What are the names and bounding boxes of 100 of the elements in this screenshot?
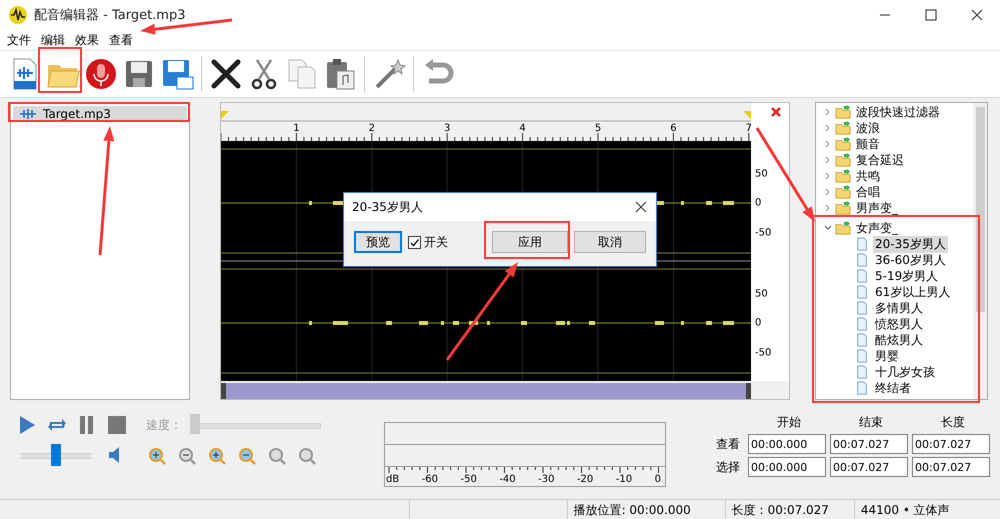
- time-field[interactable]: 00:00.000: [748, 434, 826, 454]
- status-text: 长度：00:07.027: [732, 502, 829, 519]
- scale-label: 50: [755, 288, 768, 300]
- status-text: 44100 • 立体声: [860, 502, 950, 519]
- menu-item[interactable]: 文件: [7, 32, 31, 48]
- meter-label: -20: [576, 474, 594, 485]
- checkbox[interactable]: [408, 236, 421, 248]
- chevron-right-icon[interactable]: [824, 188, 832, 196]
- scale-label: 0: [755, 198, 762, 208]
- column-header: 开始: [776, 414, 802, 431]
- chevron-down-icon[interactable]: [824, 224, 832, 232]
- tree-item[interactable]: 终结者: [873, 380, 913, 396]
- document-icon: [854, 285, 870, 299]
- time-field[interactable]: 00:00.000: [748, 457, 826, 477]
- document-icon: [854, 333, 870, 347]
- folder-icon: [835, 137, 851, 151]
- audio-file-icon[interactable]: [14, 58, 36, 90]
- tree-item[interactable]: 多情男人: [873, 300, 925, 316]
- menu-item[interactable]: 编辑: [41, 32, 65, 48]
- chevron-right-icon[interactable]: [824, 172, 832, 180]
- magic-wand-icon[interactable]: [376, 58, 406, 88]
- folder-icon: [835, 201, 851, 215]
- time-field[interactable]: 00:07.027: [912, 457, 990, 477]
- open-folder-icon[interactable]: [47, 65, 80, 88]
- meter-label: 0: [654, 474, 661, 485]
- undo-icon[interactable]: [425, 59, 454, 84]
- time-field[interactable]: 00:07.027: [912, 434, 990, 454]
- stop-icon[interactable]: [106, 414, 128, 436]
- chevron-right-icon[interactable]: [824, 140, 832, 148]
- document-icon: [854, 237, 870, 251]
- menu-item[interactable]: 效果: [75, 32, 99, 48]
- meter-label: -40: [499, 474, 516, 485]
- tree-item[interactable]: 男婴: [873, 348, 901, 364]
- preview-button[interactable]: 预览: [354, 231, 402, 253]
- apply-button[interactable]: 应用: [492, 231, 568, 253]
- scale-label: -50: [755, 228, 772, 238]
- menu-item[interactable]: 查看: [109, 32, 133, 48]
- dialog-title: 20-35岁男人: [352, 198, 424, 216]
- scale-label: 0: [755, 318, 762, 328]
- tree-item[interactable]: 共鸣: [854, 168, 882, 184]
- folder-icon: [835, 169, 851, 183]
- horizontal-scrollbar[interactable]: [221, 381, 751, 399]
- tree-item[interactable]: 复合延迟: [854, 152, 906, 168]
- document-icon: [854, 365, 870, 379]
- tree-item[interactable]: 女声变_: [854, 220, 900, 236]
- cut-icon[interactable]: [252, 58, 276, 90]
- meter-label: dB: [386, 474, 400, 485]
- meter-label: -50: [460, 474, 477, 485]
- tree-item[interactable]: 男声变_: [854, 200, 900, 216]
- save-as-icon[interactable]: [163, 60, 194, 90]
- tree-item[interactable]: 十几岁女孩: [873, 364, 937, 380]
- delete-icon[interactable]: [212, 60, 240, 88]
- document-icon: [854, 381, 870, 395]
- speed-label: 速度：: [146, 416, 182, 434]
- tree-item[interactable]: 愤怒男人: [873, 316, 925, 332]
- tree-item[interactable]: 酷炫男人: [873, 332, 925, 348]
- tree-item[interactable]: 61岁以上男人: [873, 284, 952, 300]
- cancel-button[interactable]: 取消: [574, 231, 646, 253]
- document-icon: [854, 253, 870, 267]
- meter-label: -60: [422, 474, 438, 485]
- tree-item[interactable]: 5-19岁男人: [873, 268, 940, 284]
- paste-icon[interactable]: [327, 59, 354, 90]
- tree-item[interactable]: 波浪: [854, 120, 882, 136]
- folder-icon: [835, 185, 851, 199]
- chevron-right-icon[interactable]: [824, 108, 832, 116]
- chevron-right-icon[interactable]: [824, 124, 832, 132]
- tree-item[interactable]: 波段快速过滤器: [854, 104, 942, 120]
- slider-thumb[interactable]: [51, 444, 61, 466]
- meter-label: -10: [616, 474, 632, 485]
- tree-item[interactable]: 合唱: [854, 184, 882, 200]
- tree-item[interactable]: 颤音: [854, 136, 882, 152]
- document-icon: [854, 301, 870, 315]
- time-field[interactable]: 00:07.027: [830, 434, 908, 454]
- chevron-right-icon[interactable]: [824, 204, 832, 212]
- checkbox-label: 开关: [424, 234, 448, 250]
- column-header: 长度: [940, 414, 966, 431]
- folder-icon: [835, 121, 851, 135]
- meter-label: -30: [538, 474, 554, 485]
- document-icon: [854, 269, 870, 283]
- document-icon: [854, 349, 870, 363]
- row-label: 选择: [716, 458, 741, 476]
- folder-icon: [835, 153, 851, 167]
- chevron-right-icon[interactable]: [824, 156, 832, 164]
- column-header: 结束: [858, 414, 884, 431]
- document-icon: [854, 317, 870, 331]
- file-name: Target.mp3: [43, 107, 111, 121]
- time-ruler: 1 2 3 4 5 6 7: [221, 103, 751, 141]
- vertical-scrollbar[interactable]: [973, 103, 987, 399]
- close-icon[interactable]: [771, 107, 781, 117]
- status-text: 播放位置: 00:00.000: [574, 502, 691, 519]
- annotation-box: [38, 47, 82, 93]
- tree-item[interactable]: 36-60岁男人: [873, 252, 948, 268]
- record-icon[interactable]: [86, 59, 116, 89]
- scale-label: 50: [755, 168, 768, 180]
- app-logo-icon: [8, 5, 28, 25]
- window-title: 配音编辑器 - Target.mp3: [34, 7, 186, 24]
- save-icon[interactable]: [126, 61, 152, 87]
- audio-wave-icon: [19, 109, 37, 119]
- tree-item[interactable]: 20-35岁男人: [873, 236, 948, 252]
- time-field[interactable]: 00:07.027: [830, 457, 908, 477]
